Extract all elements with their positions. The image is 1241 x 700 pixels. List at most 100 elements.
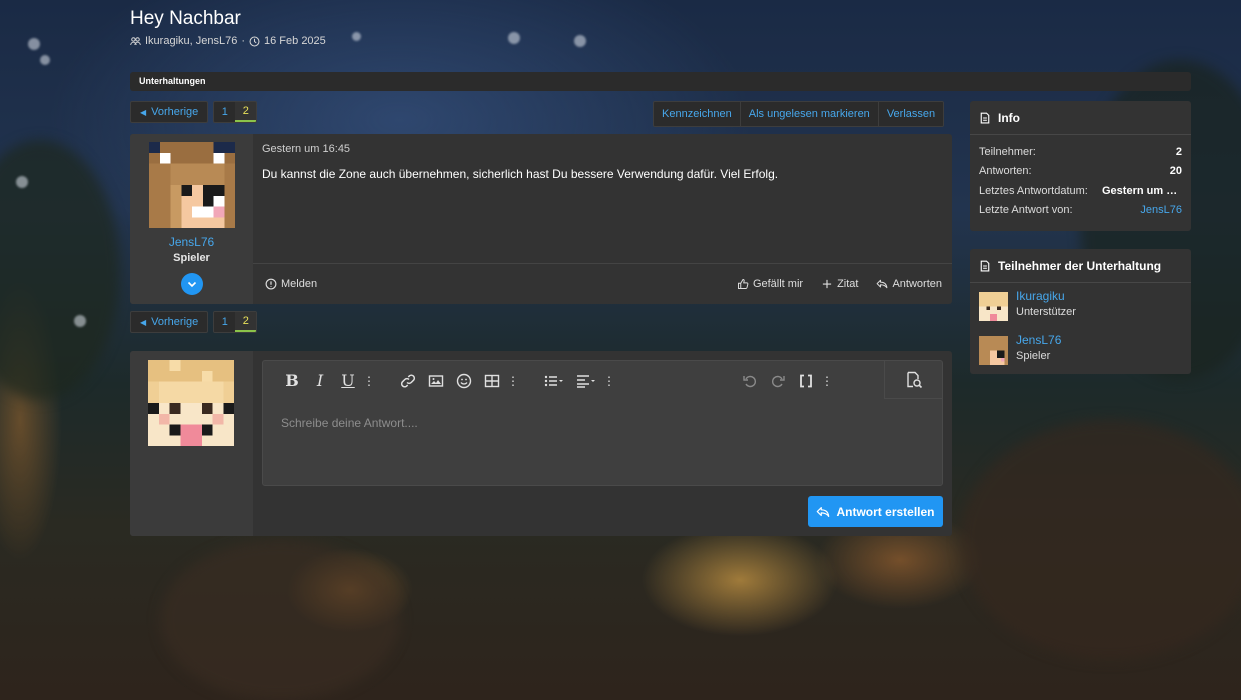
list-dropdown-button[interactable] — [538, 367, 570, 395]
vertical-dots-icon: ⋮ — [363, 373, 375, 388]
conversation-meta: Ikuragiku, JensL76 · 16 Feb 2025 — [130, 35, 326, 47]
preview-button[interactable] — [884, 361, 942, 399]
align-dropdown-button[interactable] — [570, 367, 602, 395]
message-footer: Melden Gefällt mir Zitat Antworten — [253, 263, 952, 304]
participant-role: Unterstützer — [1016, 306, 1076, 318]
background-houses — [160, 540, 400, 700]
italic-button[interactable]: I — [306, 367, 334, 395]
page-link-2-current[interactable]: 2 — [235, 102, 257, 122]
insert-table-button[interactable] — [478, 367, 506, 395]
undo-button[interactable] — [736, 367, 764, 395]
conversation-actions: Kennzeichnen Als ungelesen markieren Ver… — [653, 101, 945, 127]
info-panel-header: Info — [970, 101, 1191, 135]
info-value: 2 — [1175, 145, 1182, 158]
info-row-last-reply-date: Letztes Antwortdatum: Gestern um 16:45 — [979, 181, 1182, 201]
participant-name-link[interactable]: Ikuragiku — [1016, 289, 1076, 303]
insert-link-button[interactable] — [394, 367, 422, 395]
avatar[interactable] — [979, 336, 1008, 365]
quote-label: Zitat — [837, 278, 859, 290]
link-icon — [400, 373, 416, 388]
document-icon — [980, 260, 990, 271]
page-link-1[interactable]: 1 — [214, 102, 236, 122]
participant-names: Ikuragiku, JensL76 — [145, 35, 238, 47]
message-author-link[interactable]: JensL76 — [169, 235, 214, 249]
message-body: Gestern um 16:45 Du kannst die Zone auch… — [253, 134, 952, 304]
alert-circle-icon — [265, 278, 277, 290]
underline-button[interactable]: U — [334, 367, 362, 395]
info-row-participants: Teilnehmer: 2 — [979, 142, 1182, 162]
avatar[interactable] — [148, 360, 234, 446]
message-date[interactable]: Gestern um 16:45 — [262, 143, 350, 155]
pagination-bottom: ◀ Vorherige 1 2 — [130, 311, 258, 333]
expand-user-info-button[interactable] — [180, 273, 203, 295]
background-snow — [74, 315, 86, 327]
info-row-last-reply-by: Letzte Antwort von: JensL76 — [979, 201, 1182, 221]
participant-name-link[interactable]: JensL76 — [1016, 333, 1061, 347]
page-list: 1 2 — [213, 101, 258, 123]
background-snow — [352, 32, 361, 41]
list-icon — [544, 375, 563, 386]
bold-button[interactable]: B — [278, 367, 306, 395]
quote-button[interactable]: Zitat — [821, 278, 858, 290]
background-snow — [40, 55, 50, 65]
leave-button[interactable]: Verlassen — [878, 102, 944, 126]
report-button[interactable]: Melden — [265, 278, 317, 290]
underline-icon: U — [341, 371, 355, 390]
reply-icon — [877, 279, 888, 289]
previous-page-button[interactable]: ◀ Vorherige — [130, 311, 209, 333]
insert-emoji-button[interactable] — [450, 367, 478, 395]
meta-separator: · — [241, 35, 246, 47]
page-link-2-current[interactable]: 2 — [235, 312, 257, 332]
participants-panel-title: Teilnehmer der Unterhaltung — [998, 258, 1162, 273]
vertical-dots-icon: ⋮ — [821, 373, 833, 388]
avatar[interactable] — [979, 292, 1008, 321]
participants-panel: Teilnehmer der Unterhaltung Ikuragiku Un… — [970, 249, 1191, 374]
previous-page-button[interactable]: ◀ Vorherige — [130, 101, 209, 123]
users-icon — [130, 36, 141, 45]
info-list: Teilnehmer: 2 Antworten: 20 Letztes Antw… — [970, 135, 1191, 220]
breadcrumb: Unterhaltungen — [130, 72, 1191, 91]
flag-button[interactable]: Kennzeichnen — [654, 102, 741, 126]
document-search-icon — [906, 371, 922, 388]
participant-item: Ikuragiku Unterstützer — [970, 289, 1191, 321]
vertical-dots-icon: ⋮ — [507, 373, 519, 388]
page-link-1[interactable]: 1 — [214, 312, 236, 332]
insert-image-button[interactable] — [422, 367, 450, 395]
breadcrumb-item-conversations[interactable]: Unterhaltungen — [139, 76, 206, 86]
redo-icon — [772, 375, 785, 387]
info-value: 20 — [1169, 165, 1182, 178]
bold-icon: B — [285, 371, 299, 390]
chevron-left-icon: ◀ — [140, 317, 147, 327]
reply-body: B I U ⋮ ⋮ ⋮ ⋮ Schreibe deine Antwort....… — [253, 351, 952, 536]
page-title: Hey Nachbar — [130, 8, 241, 29]
submit-reply-button[interactable]: Antwort erstellen — [808, 496, 943, 527]
italic-icon: I — [316, 371, 324, 390]
reply-icon — [817, 506, 830, 517]
avatar[interactable] — [148, 142, 235, 228]
quick-reply-form: B I U ⋮ ⋮ ⋮ ⋮ Schreibe deine Antwort....… — [130, 351, 952, 536]
info-label: Letztes Antwortdatum: — [979, 184, 1088, 197]
info-value: Gestern um 16:45 — [1102, 184, 1182, 197]
last-reply-author-link[interactable]: JensL76 — [1140, 204, 1182, 216]
message-text: Du kannst die Zone auch übernehmen, sich… — [262, 167, 779, 181]
reply-label: Antworten — [892, 278, 942, 290]
participant-role: Spieler — [1016, 350, 1051, 362]
more-paragraph-options-button[interactable]: ⋮ — [602, 367, 616, 395]
vertical-dots-icon: ⋮ — [603, 373, 615, 388]
reply-input[interactable]: Schreibe deine Antwort.... — [281, 416, 418, 430]
image-icon — [428, 374, 444, 387]
reply-button[interactable]: Antworten — [876, 278, 942, 290]
message-post: JensL76 Spieler Gestern um 16:45 Du kann… — [130, 134, 952, 304]
more-editor-options-button[interactable]: ⋮ — [820, 367, 834, 395]
more-text-options-button[interactable]: ⋮ — [362, 367, 376, 395]
rich-text-editor: B I U ⋮ ⋮ ⋮ ⋮ Schreibe deine Antwort.... — [262, 360, 943, 486]
document-icon — [980, 112, 990, 123]
mark-unread-button[interactable]: Als ungelesen markieren — [740, 102, 879, 126]
message-user-column: JensL76 Spieler — [130, 134, 253, 304]
redo-button[interactable] — [764, 367, 792, 395]
info-row-replies: Antworten: 20 — [979, 162, 1182, 182]
like-button[interactable]: Gefällt mir — [737, 278, 803, 290]
participants-panel-header: Teilnehmer der Unterhaltung — [970, 249, 1191, 283]
more-insert-options-button[interactable]: ⋮ — [506, 367, 520, 395]
bbcode-toggle-button[interactable] — [792, 367, 820, 395]
